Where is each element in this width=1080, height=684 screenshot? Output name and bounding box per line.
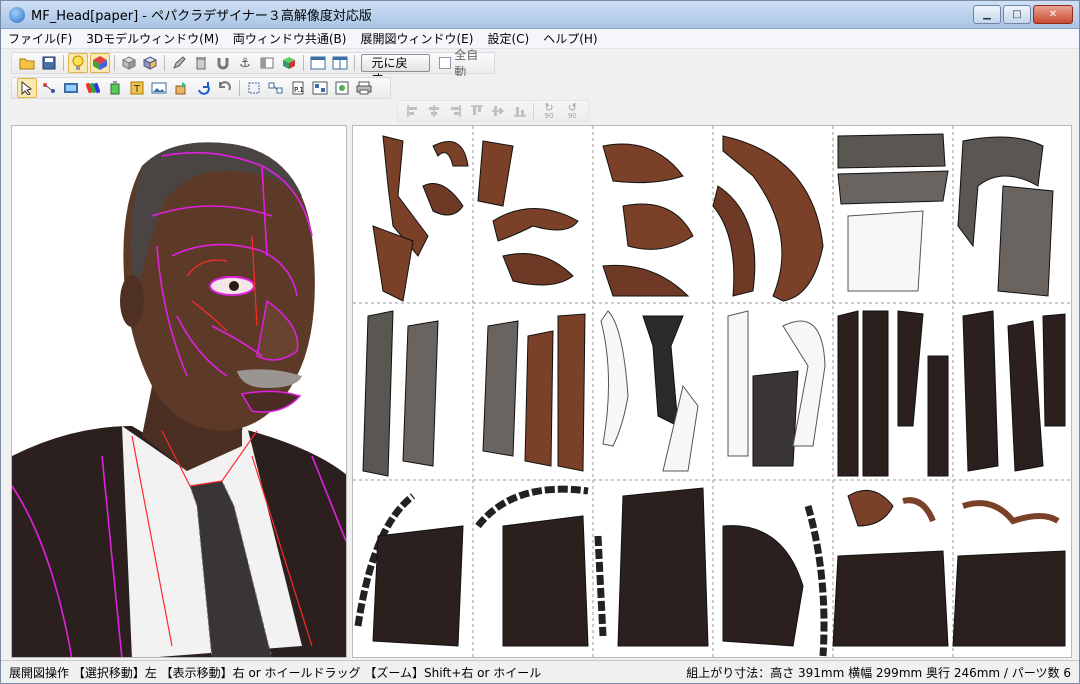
align-middle-icon[interactable]: [489, 101, 508, 121]
texture-cube-icon[interactable]: [89, 53, 110, 73]
panel-split-icon[interactable]: [257, 53, 277, 73]
toolbar-unfold: T P.1: [1, 76, 1079, 100]
auto-checkbox[interactable]: 全自動: [439, 46, 490, 80]
open-folder-icon[interactable]: [17, 53, 37, 73]
toolbar-separator: [113, 55, 115, 71]
reset-view-button[interactable]: 元に戻す: [360, 54, 431, 86]
title-bar: MF_Head[paper] - ペパクラデザイナー３高解像度対応版 ▁ □ ✕: [1, 1, 1079, 29]
svg-text:P.1: P.1: [294, 86, 304, 94]
color-cube-icon[interactable]: [279, 53, 299, 73]
ear: [120, 275, 144, 327]
image-frame-icon[interactable]: [332, 78, 352, 98]
rotate-right-icon[interactable]: [193, 78, 213, 98]
trash-icon[interactable]: [191, 53, 211, 73]
toolbar-separator: [353, 55, 355, 71]
menu-help[interactable]: ヘルプ(H): [536, 29, 604, 49]
align-right-icon[interactable]: [446, 101, 465, 121]
node-edit-icon[interactable]: [39, 78, 59, 98]
menu-3d-model-window[interactable]: 3Dモデルウィンドウ(M): [79, 29, 226, 49]
rotate-90-cw-icon[interactable]: ↻ 90: [538, 101, 559, 121]
align-bottom-icon[interactable]: [510, 101, 529, 121]
rotate-90-ccw-label: 90: [567, 111, 577, 120]
color-palette-icon[interactable]: [83, 78, 103, 98]
toolbar-main: ⚓ 元に戻す 全自動: [1, 48, 1079, 86]
align-top-icon[interactable]: [467, 101, 486, 121]
model-3d-view[interactable]: [11, 125, 347, 658]
lightbulb-icon[interactable]: [67, 53, 88, 73]
align-left-icon[interactable]: [403, 101, 422, 121]
join-parts-icon[interactable]: [266, 78, 286, 98]
close-button[interactable]: ✕: [1033, 5, 1073, 24]
toolbar-separator: [239, 80, 240, 96]
single-window-icon[interactable]: [308, 53, 328, 73]
app-icon: [9, 6, 25, 23]
window-controls: ▁ □ ✕: [973, 5, 1073, 24]
status-hint: 展開図操作 【選択移動】左 【表示移動】右 or ホイールドラッグ 【ズーム】S…: [9, 665, 542, 680]
toolbar-unfold-row: T P.1: [11, 77, 391, 99]
auto-checkbox-label: 全自動: [454, 48, 479, 79]
anchor-icon[interactable]: ⚓: [235, 53, 255, 73]
glue-tube-icon[interactable]: [105, 78, 125, 98]
cube-blue-icon[interactable]: [140, 53, 160, 73]
maximize-button[interactable]: □: [1003, 5, 1031, 24]
rotate-left-icon[interactable]: [215, 78, 235, 98]
film-strip-icon[interactable]: [61, 78, 81, 98]
toolbar-align: ↻ 90 ↺ 90: [1, 99, 1079, 123]
rotate-90-ccw-icon[interactable]: ↺ 90: [562, 101, 583, 121]
cube-gray-icon[interactable]: [119, 53, 139, 73]
rotate-90-cw-label: 90: [544, 111, 554, 120]
toolbar-separator: [62, 55, 64, 71]
window-title: MF_Head[paper] - ペパクラデザイナー３高解像度対応版: [31, 9, 372, 24]
page-number-icon[interactable]: P.1: [288, 78, 308, 98]
pencil-icon[interactable]: [169, 53, 189, 73]
magnet-icon[interactable]: [213, 53, 233, 73]
model-3d-canvas: [12, 126, 346, 657]
unfold-2d-view[interactable]: [352, 125, 1072, 658]
toolbar-separator: [533, 103, 535, 119]
toolbar-main-row: ⚓ 元に戻す 全自動: [11, 48, 495, 86]
status-bar: 展開図操作 【選択移動】左 【表示移動】右 or ホイールドラッグ 【ズーム】S…: [1, 660, 1079, 683]
dual-window-icon[interactable]: [330, 53, 350, 73]
unfold-canvas: [353, 126, 1071, 657]
auto-checkbox-box[interactable]: [439, 57, 452, 69]
status-dimensions: 組上がり寸法：高さ 391mm 横幅 299mm 奥行 246mm / パーツ数…: [686, 665, 1071, 680]
minimize-button[interactable]: ▁: [973, 5, 1001, 24]
box-arrow-icon[interactable]: [171, 78, 191, 98]
fit-page-icon[interactable]: [244, 78, 264, 98]
menu-file[interactable]: ファイル(F): [1, 29, 79, 49]
image-tool-icon[interactable]: [149, 78, 169, 98]
toolbar-separator: [302, 55, 304, 71]
align-center-icon[interactable]: [424, 101, 443, 121]
toolbar-align-row: ↻ 90 ↺ 90: [397, 100, 589, 122]
toolbar-separator: [164, 55, 166, 71]
parts-list-icon[interactable]: [310, 78, 330, 98]
menu-bar: ファイル(F) 3Dモデルウィンドウ(M) 両ウィンドウ共通(B) 展開図ウィン…: [1, 29, 1079, 49]
text-tool-icon[interactable]: T: [127, 78, 147, 98]
app-window: MF_Head[paper] - ペパクラデザイナー３高解像度対応版 ▁ □ ✕…: [0, 0, 1080, 684]
save-icon[interactable]: [39, 53, 59, 73]
menu-both-windows[interactable]: 両ウィンドウ共通(B): [226, 29, 354, 49]
svg-text:T: T: [133, 84, 141, 95]
select-arrow-icon[interactable]: [17, 78, 37, 98]
print-icon[interactable]: [354, 78, 374, 98]
